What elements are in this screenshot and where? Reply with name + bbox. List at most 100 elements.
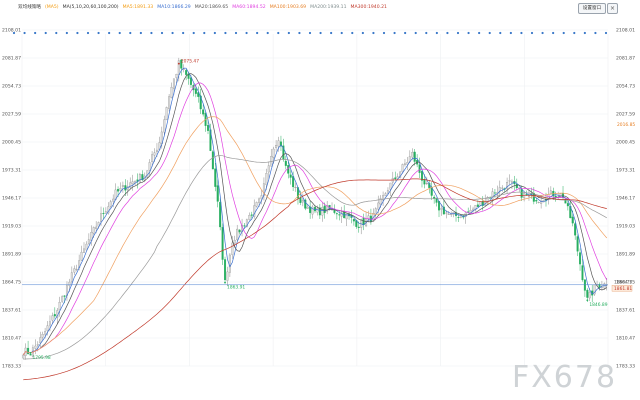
signal-dot	[139, 31, 142, 35]
candle-body	[248, 215, 251, 220]
candle-body	[95, 226, 98, 230]
candle-body	[413, 151, 416, 162]
candle-body	[124, 185, 127, 191]
candle-body	[457, 216, 460, 218]
signal-dot	[361, 31, 364, 35]
signal-dot	[129, 31, 132, 35]
annotation-label: 1863.91	[227, 285, 245, 291]
candle-body	[100, 213, 103, 222]
signal-dot	[552, 31, 555, 35]
candle-body	[233, 239, 236, 244]
candle-body	[131, 181, 134, 184]
current-price-upper-label: 1864.75	[614, 279, 632, 285]
candle-body	[194, 88, 197, 94]
candle-body	[287, 165, 290, 174]
y-axis-left-label: 1837.61	[2, 308, 21, 314]
y-axis-right-label: 1837.61	[616, 308, 635, 314]
y-axis-left-label: 1783.33	[2, 364, 21, 370]
candle-body	[479, 201, 482, 206]
ma-line-ma60	[22, 116, 608, 356]
candle-body	[581, 265, 584, 281]
annotation-dot	[29, 352, 32, 354]
signal-dot	[213, 31, 216, 35]
candle-body	[586, 289, 589, 298]
candle-body	[87, 239, 90, 244]
candle-body	[476, 204, 479, 207]
candle-body	[250, 214, 253, 216]
candle-body	[155, 149, 158, 153]
candle-body	[219, 202, 222, 228]
annotation-label: 2075.47	[181, 59, 199, 65]
candle-body	[221, 227, 224, 260]
candle-body	[357, 226, 360, 228]
signal-dot	[34, 31, 37, 35]
candle-body	[151, 154, 154, 162]
annotation-label: 1846.89	[589, 302, 607, 308]
candle-body	[163, 119, 166, 133]
candle-body	[389, 182, 392, 190]
candle-body	[61, 296, 64, 302]
candle-body	[394, 177, 397, 179]
candle-body	[83, 248, 86, 253]
candle-body	[600, 286, 603, 288]
candle-body	[117, 189, 120, 192]
y-axis-right-label: 2108.01	[616, 28, 635, 34]
signal-dot	[604, 31, 608, 35]
signal-dot	[404, 31, 407, 35]
candle-body	[440, 208, 443, 210]
signal-dot	[308, 31, 312, 35]
candle-body	[165, 107, 168, 120]
y-axis-left-label: 1919.03	[2, 224, 21, 230]
candle-body	[46, 325, 49, 331]
candle-body	[294, 187, 297, 189]
candle-body	[275, 145, 278, 148]
candle-body	[411, 152, 414, 158]
candle-body	[121, 185, 124, 188]
candle-body	[554, 195, 557, 198]
candle-body	[175, 73, 178, 78]
candle-body	[153, 152, 156, 156]
candle-body	[58, 302, 61, 310]
chart-stage: 双均线策略 (MA5) MA(5,10,20,60,100,200) MA5:1891…	[0, 0, 640, 400]
signal-dot	[393, 31, 396, 35]
signal-dot	[12, 31, 16, 35]
y-axis-left-label: 2054.73	[2, 84, 21, 90]
candle-body	[425, 183, 428, 185]
signal-dot	[224, 31, 227, 35]
candle-body	[231, 242, 234, 255]
candle-body	[535, 200, 538, 202]
signal-dot	[583, 31, 586, 35]
candle-body	[85, 243, 88, 251]
annotation-dot	[177, 62, 180, 65]
candle-body	[384, 193, 387, 196]
candle-body	[75, 268, 78, 270]
signal-dot	[203, 31, 206, 35]
signal-dot	[287, 31, 290, 35]
candle-body	[386, 190, 389, 194]
signal-dot	[573, 31, 576, 35]
signal-dot	[23, 31, 26, 35]
signal-dot	[298, 31, 301, 35]
signal-dot	[118, 31, 121, 35]
annotation-dot	[224, 281, 226, 284]
candle-body	[214, 168, 217, 187]
candle-body	[401, 164, 404, 172]
candle-body	[22, 354, 25, 359]
candle-body	[109, 201, 112, 207]
signal-dot	[340, 31, 343, 35]
candle-body	[236, 228, 239, 240]
candle-body	[260, 195, 263, 199]
signal-dot	[266, 31, 269, 35]
y-axis-right-label: 2000.45	[616, 140, 635, 146]
y-axis-right-label: 1783.33	[616, 364, 635, 370]
y-axis-left-label: 2000.45	[2, 140, 21, 146]
candle-body	[374, 208, 377, 215]
candle-body	[148, 162, 151, 171]
candle-body	[48, 321, 51, 326]
signal-dot	[541, 31, 544, 35]
candlestick-chart[interactable]: 2108.01 2081.87 2054.73 2027.59 2000.45 1973.…	[0, 0, 640, 400]
candle-body	[138, 174, 141, 183]
signal-dot	[562, 31, 565, 35]
candle-body	[29, 354, 32, 356]
y-axis-right-label: 2081.87	[616, 56, 635, 62]
